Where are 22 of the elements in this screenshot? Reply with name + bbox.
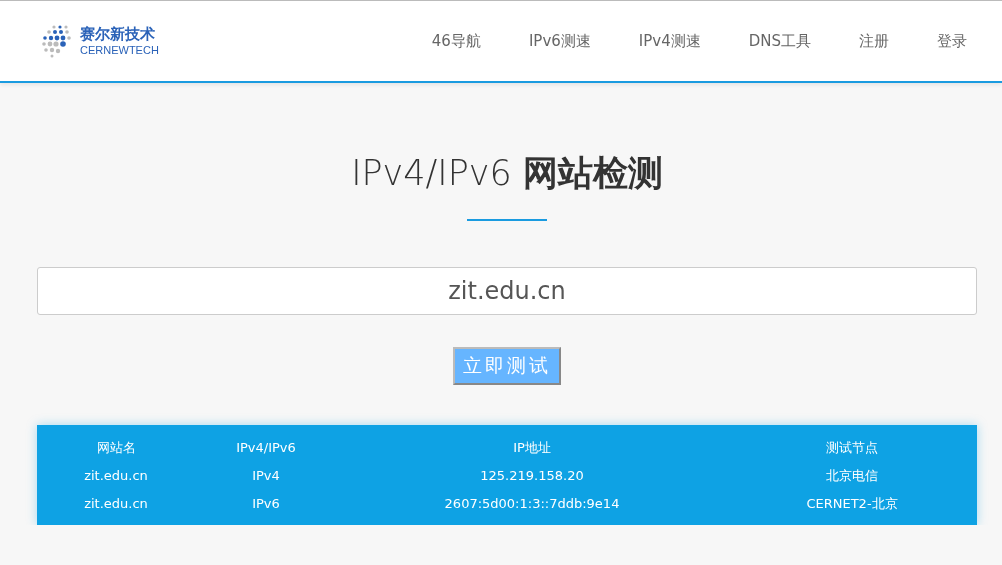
nav-link[interactable]: IPv6测速 [528,31,591,51]
logo-name: 赛尔新技术 [80,25,156,43]
column-header: IP地址 [512,439,552,457]
table-cell-text: zit.edu.cn [83,495,149,513]
column-header: 网站名 [95,439,137,457]
column-header: 测试节点 [825,439,879,457]
table-cell-text: zit.edu.cn [83,467,149,485]
column-header: IPv4/IPv6 [235,439,297,457]
table-cell-text: 125.219.158.20 [479,467,585,485]
page-title: IPv4/IPv6 网站检测 [351,152,663,195]
logo-subtitle: CERNEWTECH [80,43,159,57]
domain-input-field[interactable]: zit.edu.cn [37,267,977,315]
table-cell-text: 北京电信 [825,467,879,485]
table-cell-text: CERNET2-北京 [805,495,899,513]
table-cell-text: IPv6 [251,495,281,513]
nav-link[interactable]: IPv4测速 [638,31,701,51]
nav-link[interactable]: 46导航 [431,31,481,51]
nav-link[interactable]: 注册 [859,31,889,51]
nav-link[interactable]: 登录 [937,31,967,51]
nav-link[interactable]: DNS工具 [748,31,811,51]
table-cell-text: 2607:5d00:1:3::7ddb:9e14 [443,495,621,513]
table-cell-text: IPv4 [251,467,281,485]
